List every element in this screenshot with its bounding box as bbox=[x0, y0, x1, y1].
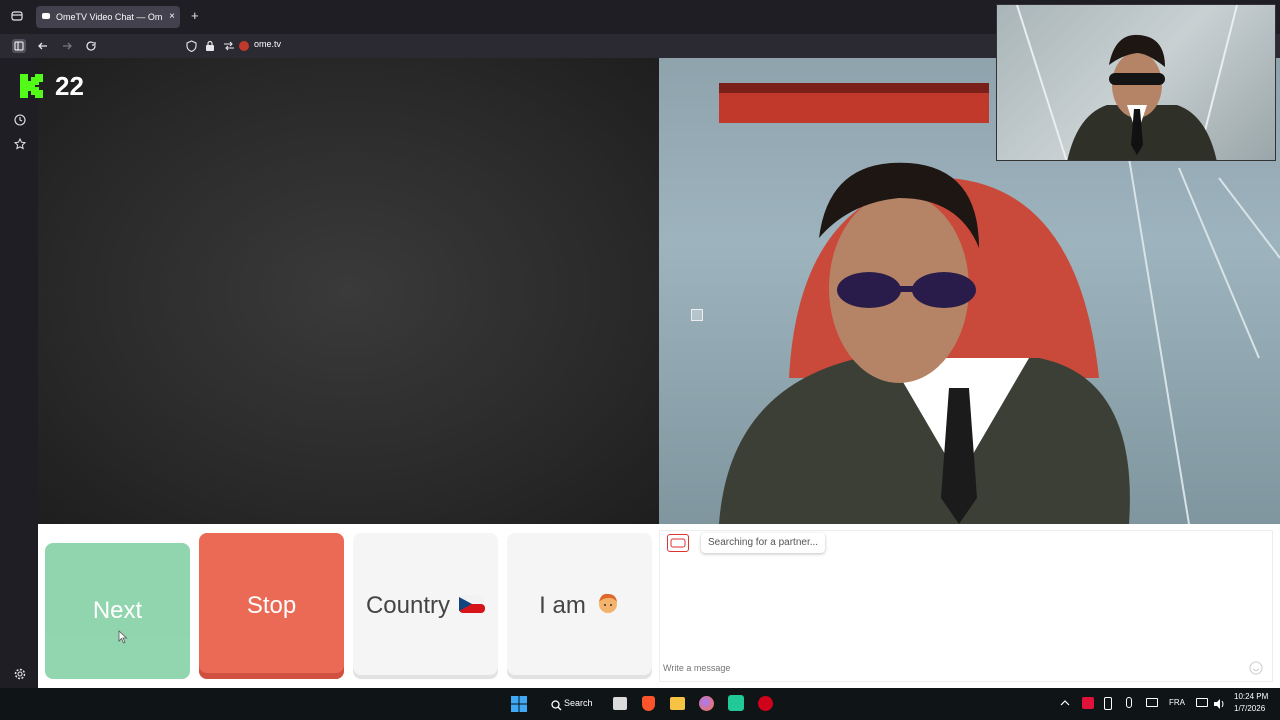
ometv-favicon-icon bbox=[42, 13, 50, 19]
kick-logo-icon bbox=[18, 72, 46, 105]
taskbar-search-icon[interactable] bbox=[551, 698, 562, 716]
new-tab-button[interactable]: + bbox=[191, 8, 199, 23]
tray-app-icon[interactable] bbox=[1082, 697, 1094, 709]
mouse-cursor-icon bbox=[118, 630, 128, 649]
webcam-pip bbox=[996, 4, 1276, 161]
stop-button[interactable]: Stop bbox=[199, 533, 344, 679]
reload-icon[interactable] bbox=[85, 39, 97, 57]
partner-video-feed bbox=[38, 58, 659, 524]
input-language[interactable]: FRA bbox=[1169, 698, 1185, 707]
firefox-icon[interactable] bbox=[699, 696, 714, 711]
kick-viewer-count: 22 bbox=[55, 71, 84, 101]
ometv-logo-icon bbox=[667, 534, 689, 552]
windows-start-icon[interactable] bbox=[511, 696, 527, 717]
microphone-icon[interactable] bbox=[1126, 697, 1132, 708]
forward-icon[interactable] bbox=[61, 39, 73, 57]
windows-taskbar: Search FRA 10:24 PM 1/7/2026 bbox=[0, 688, 1280, 720]
camera-toggle-icon[interactable] bbox=[691, 309, 703, 321]
network-icon[interactable] bbox=[1196, 698, 1208, 707]
clock-date[interactable]: 1/7/2026 bbox=[1234, 704, 1265, 713]
country-button[interactable]: Country bbox=[353, 533, 498, 679]
tab-list-icon[interactable] bbox=[11, 10, 23, 25]
address-bar-url[interactable]: ome.tv bbox=[254, 39, 281, 49]
country-button-label: Country bbox=[365, 592, 451, 619]
boy-emoji-icon bbox=[596, 591, 620, 622]
bookmarks-star-icon[interactable] bbox=[13, 137, 27, 155]
app-icon-green[interactable] bbox=[728, 695, 744, 711]
sidebar-toggle-icon[interactable] bbox=[12, 39, 26, 53]
chat-message-input[interactable] bbox=[663, 660, 1243, 676]
back-icon[interactable] bbox=[37, 39, 49, 57]
next-button-label: Next bbox=[92, 597, 143, 624]
czech-flag-icon bbox=[459, 592, 486, 620]
stop-button-label: Stop bbox=[246, 592, 297, 619]
show-hidden-icons-icon[interactable] bbox=[1060, 699, 1070, 709]
taskbar-search-label[interactable]: Search bbox=[564, 698, 593, 708]
settings-gear-icon[interactable] bbox=[14, 667, 26, 685]
site-favicon-icon bbox=[239, 41, 249, 51]
next-button[interactable]: Next bbox=[45, 543, 190, 679]
keyboard-icon[interactable] bbox=[1146, 698, 1158, 707]
browser-sidebar bbox=[0, 58, 38, 688]
tab-close-icon[interactable]: × bbox=[169, 6, 175, 28]
permissions-icon[interactable] bbox=[223, 39, 235, 57]
tracking-shield-icon[interactable] bbox=[186, 39, 197, 57]
clock-time[interactable]: 10:24 PM bbox=[1234, 692, 1268, 701]
i-am-button-label: I am bbox=[539, 592, 586, 619]
tab-ometv[interactable]: OmeTV Video Chat — Om × bbox=[36, 6, 180, 28]
task-view-icon[interactable] bbox=[613, 697, 627, 710]
tab-title: OmeTV Video Chat — Om bbox=[56, 12, 163, 22]
app-icon-red[interactable] bbox=[758, 696, 773, 711]
file-explorer-icon[interactable] bbox=[670, 697, 685, 710]
lock-icon[interactable] bbox=[205, 39, 215, 57]
i-am-button[interactable]: I am bbox=[507, 533, 652, 679]
brave-browser-icon[interactable] bbox=[642, 696, 655, 711]
searching-status-message: Searching for a partner... bbox=[701, 533, 826, 553]
history-icon[interactable] bbox=[14, 113, 26, 131]
usb-icon[interactable] bbox=[1104, 697, 1112, 710]
volume-icon[interactable] bbox=[1213, 697, 1225, 715]
emoji-picker-icon[interactable] bbox=[1249, 661, 1263, 680]
